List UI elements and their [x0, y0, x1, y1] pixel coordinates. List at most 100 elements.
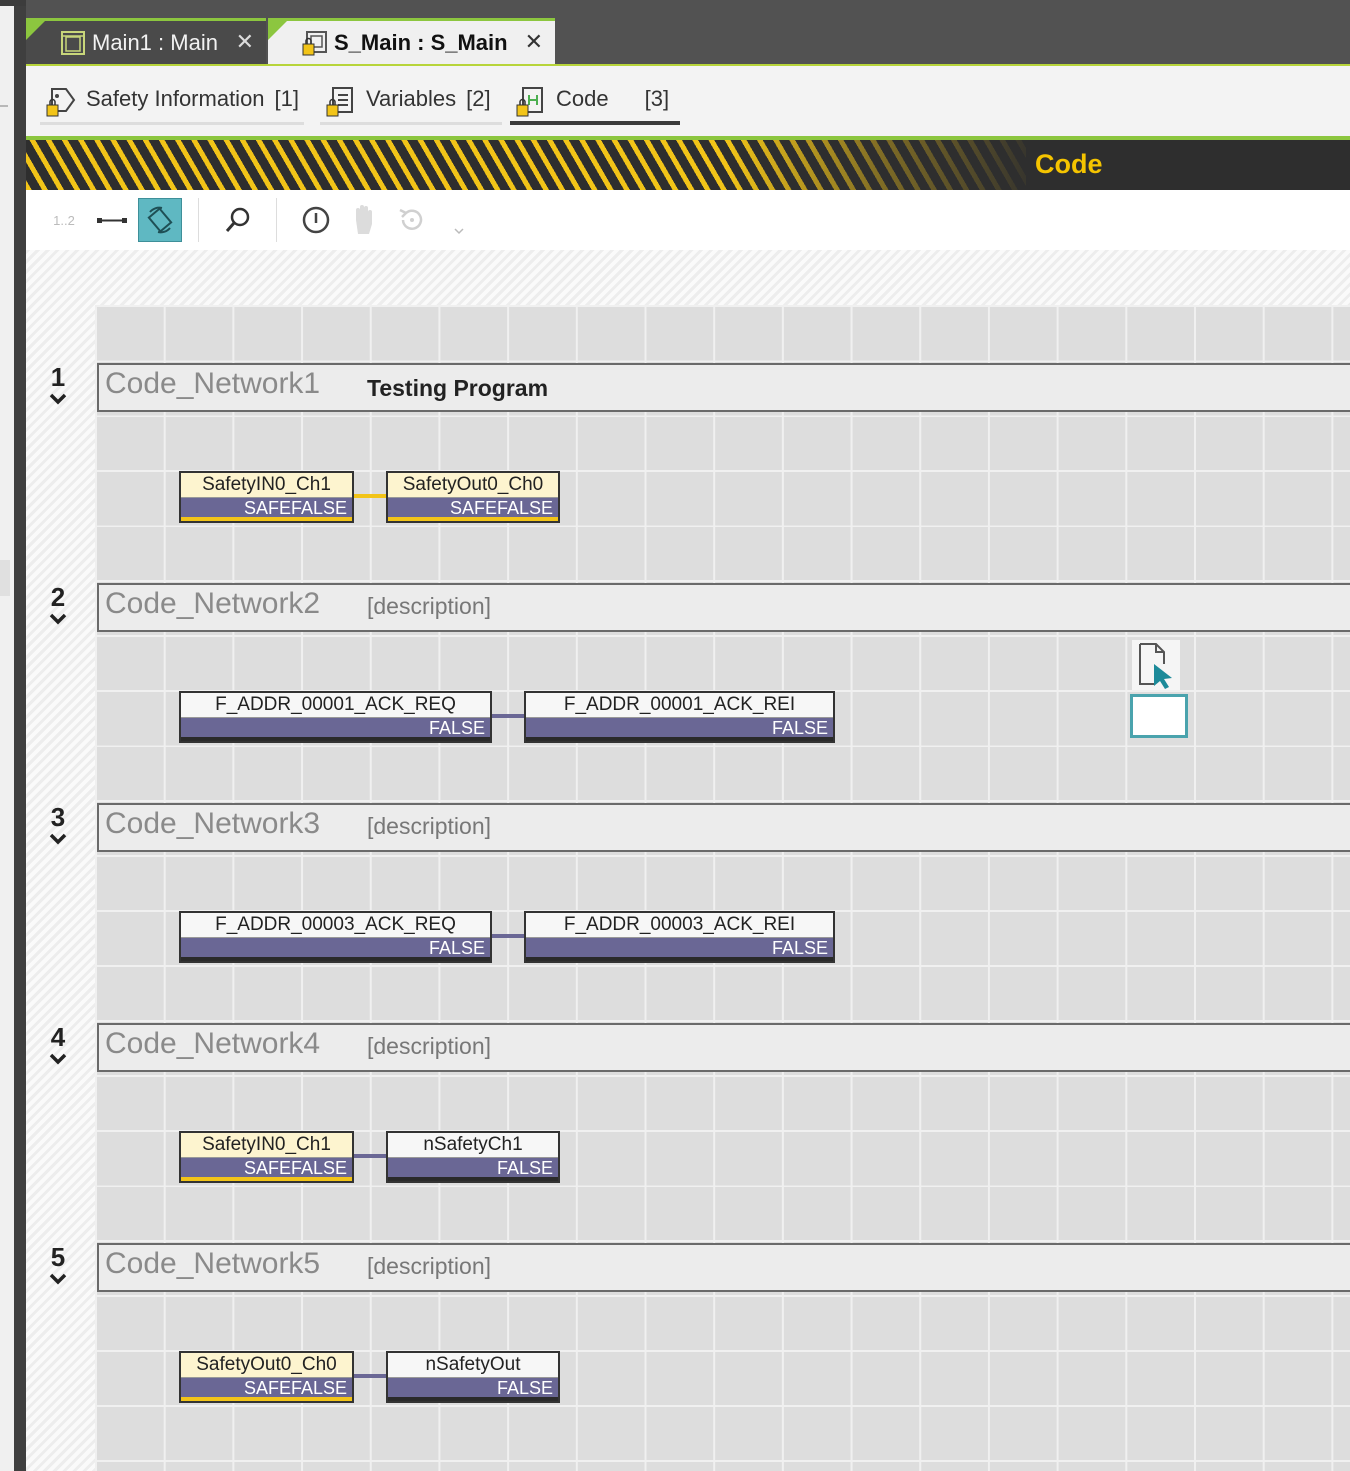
- splitter-bar[interactable]: [14, 0, 26, 1471]
- rectangle-select-tool[interactable]: [1130, 694, 1188, 738]
- contact-variable[interactable]: F_ADDR_00001_ACK_REQ FALSE: [179, 691, 492, 743]
- search-button[interactable]: [216, 198, 260, 242]
- variable-value: FALSE: [181, 718, 490, 739]
- chevron-down-icon[interactable]: [48, 392, 68, 406]
- tab-main1[interactable]: Main1 : Main ✕: [26, 18, 266, 65]
- connection-wire[interactable]: [354, 1374, 386, 1378]
- variable-value: FALSE: [388, 1378, 558, 1399]
- panel-edge-marker: [0, 560, 10, 596]
- variable-name: nSafetyCh1: [388, 1133, 558, 1158]
- network-header[interactable]: Code_Network2 [description]: [97, 583, 1350, 632]
- variable-value: SAFEFALSE: [388, 498, 558, 519]
- network-header[interactable]: Code_Network4 [description]: [97, 1023, 1350, 1072]
- network-description[interactable]: Testing Program: [367, 375, 548, 402]
- variable-underline: [388, 1397, 558, 1401]
- editor-subtab-bar: Safety Information [1] Variables [2] Cod…: [26, 66, 1350, 136]
- power-button[interactable]: [294, 198, 338, 242]
- variable-underline: [181, 517, 352, 521]
- variable-value: SAFEFALSE: [181, 498, 352, 519]
- tab-label: Main1 : Main: [92, 30, 218, 55]
- chevron-down-icon[interactable]: [48, 612, 68, 626]
- toolbar-separator: [276, 198, 277, 242]
- tab-count: [2]: [466, 86, 491, 111]
- hazard-fade: [726, 140, 1046, 190]
- network-description[interactable]: [description]: [367, 1033, 491, 1060]
- search-icon: [225, 207, 250, 232]
- coil-variable[interactable]: nSafetyCh1 FALSE: [386, 1131, 560, 1183]
- network-number: 4: [50, 1022, 66, 1052]
- network-name[interactable]: Code_Network3: [105, 807, 320, 841]
- close-icon[interactable]: ✕: [236, 29, 254, 55]
- tab-label: Code: [556, 86, 609, 111]
- variable-value: FALSE: [181, 938, 490, 959]
- variable-name: SafetyOut0_Ch0: [181, 1353, 352, 1378]
- power-icon: [302, 206, 330, 234]
- network-description[interactable]: [description]: [367, 1253, 491, 1280]
- network-description[interactable]: [description]: [367, 593, 491, 620]
- network-header[interactable]: Code_Network3 [description]: [97, 803, 1350, 852]
- contact-variable[interactable]: F_ADDR_00003_ACK_REQ FALSE: [179, 911, 492, 963]
- network-number: 3: [50, 802, 66, 832]
- variable-name: SafetyOut0_Ch0: [388, 473, 558, 498]
- connection-wire[interactable]: [354, 1154, 386, 1158]
- close-icon[interactable]: ✕: [525, 29, 543, 55]
- safety-information-icon: [46, 86, 76, 117]
- contact-variable[interactable]: SafetyOut0_Ch0 SAFEFALSE: [179, 1351, 354, 1403]
- chevron-down-icon[interactable]: [48, 832, 68, 846]
- program-icon: [60, 30, 86, 56]
- variable-name: F_ADDR_00003_ACK_REI: [526, 913, 833, 938]
- variable-underline: [181, 957, 490, 961]
- pan-button[interactable]: [342, 198, 386, 242]
- tab-corner-marker: [268, 18, 290, 40]
- variable-name: SafetyIN0_Ch1: [181, 1133, 352, 1158]
- connection-wire[interactable]: [354, 494, 386, 498]
- toolbar-overflow-button[interactable]: [444, 198, 474, 242]
- network-name[interactable]: Code_Network5: [105, 1247, 320, 1281]
- selection-mode-button[interactable]: [138, 198, 182, 242]
- tab-underline: [40, 122, 304, 125]
- network-description[interactable]: [description]: [367, 813, 491, 840]
- panel-edge-marker: [0, 105, 8, 107]
- network-name[interactable]: Code_Network1: [105, 367, 320, 401]
- variables-icon: [326, 86, 354, 117]
- connect-line-icon: [97, 218, 127, 223]
- variable-value: FALSE: [388, 1158, 558, 1179]
- tab-variables[interactable]: Variables [2]: [326, 86, 491, 126]
- connection-mode-button[interactable]: [90, 198, 134, 242]
- contact-variable[interactable]: SafetyIN0_Ch1 SAFEFALSE: [179, 1131, 354, 1183]
- connection-wire[interactable]: [492, 714, 524, 718]
- network-name[interactable]: Code_Network4: [105, 1027, 320, 1061]
- chevron-down-icon[interactable]: [48, 1272, 68, 1286]
- chevron-down-icon: [454, 228, 464, 235]
- variable-value: FALSE: [526, 718, 833, 739]
- network-number: 2: [50, 582, 66, 612]
- coil-variable[interactable]: SafetyOut0_Ch0 SAFEFALSE: [386, 471, 560, 523]
- tab-s-main[interactable]: S_Main : S_Main ✕: [268, 18, 555, 65]
- network-name[interactable]: Code_Network2: [105, 587, 320, 621]
- variable-underline: [526, 957, 833, 961]
- tab-code[interactable]: Code [3]: [516, 86, 669, 126]
- chevron-down-icon[interactable]: [48, 1052, 68, 1066]
- coil-variable[interactable]: nSafetyOut FALSE: [386, 1351, 560, 1403]
- line-numbers-button[interactable]: 1..2: [42, 198, 86, 242]
- tab-count: [3]: [644, 86, 670, 111]
- variable-underline: [526, 737, 833, 741]
- variable-value: SAFEFALSE: [181, 1378, 352, 1399]
- connection-wire[interactable]: [492, 934, 524, 938]
- toolbar-separator: [198, 198, 199, 242]
- refresh-button[interactable]: [390, 198, 434, 242]
- safety-program-icon: [302, 30, 328, 56]
- coil-variable[interactable]: F_ADDR_00003_ACK_REI FALSE: [524, 911, 835, 963]
- active-tab-underline: [510, 121, 680, 125]
- variable-name: SafetyIN0_Ch1: [181, 473, 352, 498]
- pointer-tool-button[interactable]: [1132, 640, 1180, 690]
- editor-toolbar: 1..2: [26, 190, 1350, 250]
- tab-label: Variables: [366, 86, 457, 111]
- network-header[interactable]: Code_Network1 Testing Program: [97, 363, 1350, 412]
- contact-variable[interactable]: SafetyIN0_Ch1 SAFEFALSE: [179, 471, 354, 523]
- coil-variable[interactable]: F_ADDR_00001_ACK_REI FALSE: [524, 691, 835, 743]
- network-header[interactable]: Code_Network5 [description]: [97, 1243, 1350, 1292]
- variable-value: SAFEFALSE: [181, 1158, 352, 1179]
- refresh-icon: [399, 208, 423, 230]
- tab-safety-information[interactable]: Safety Information [1]: [46, 86, 299, 126]
